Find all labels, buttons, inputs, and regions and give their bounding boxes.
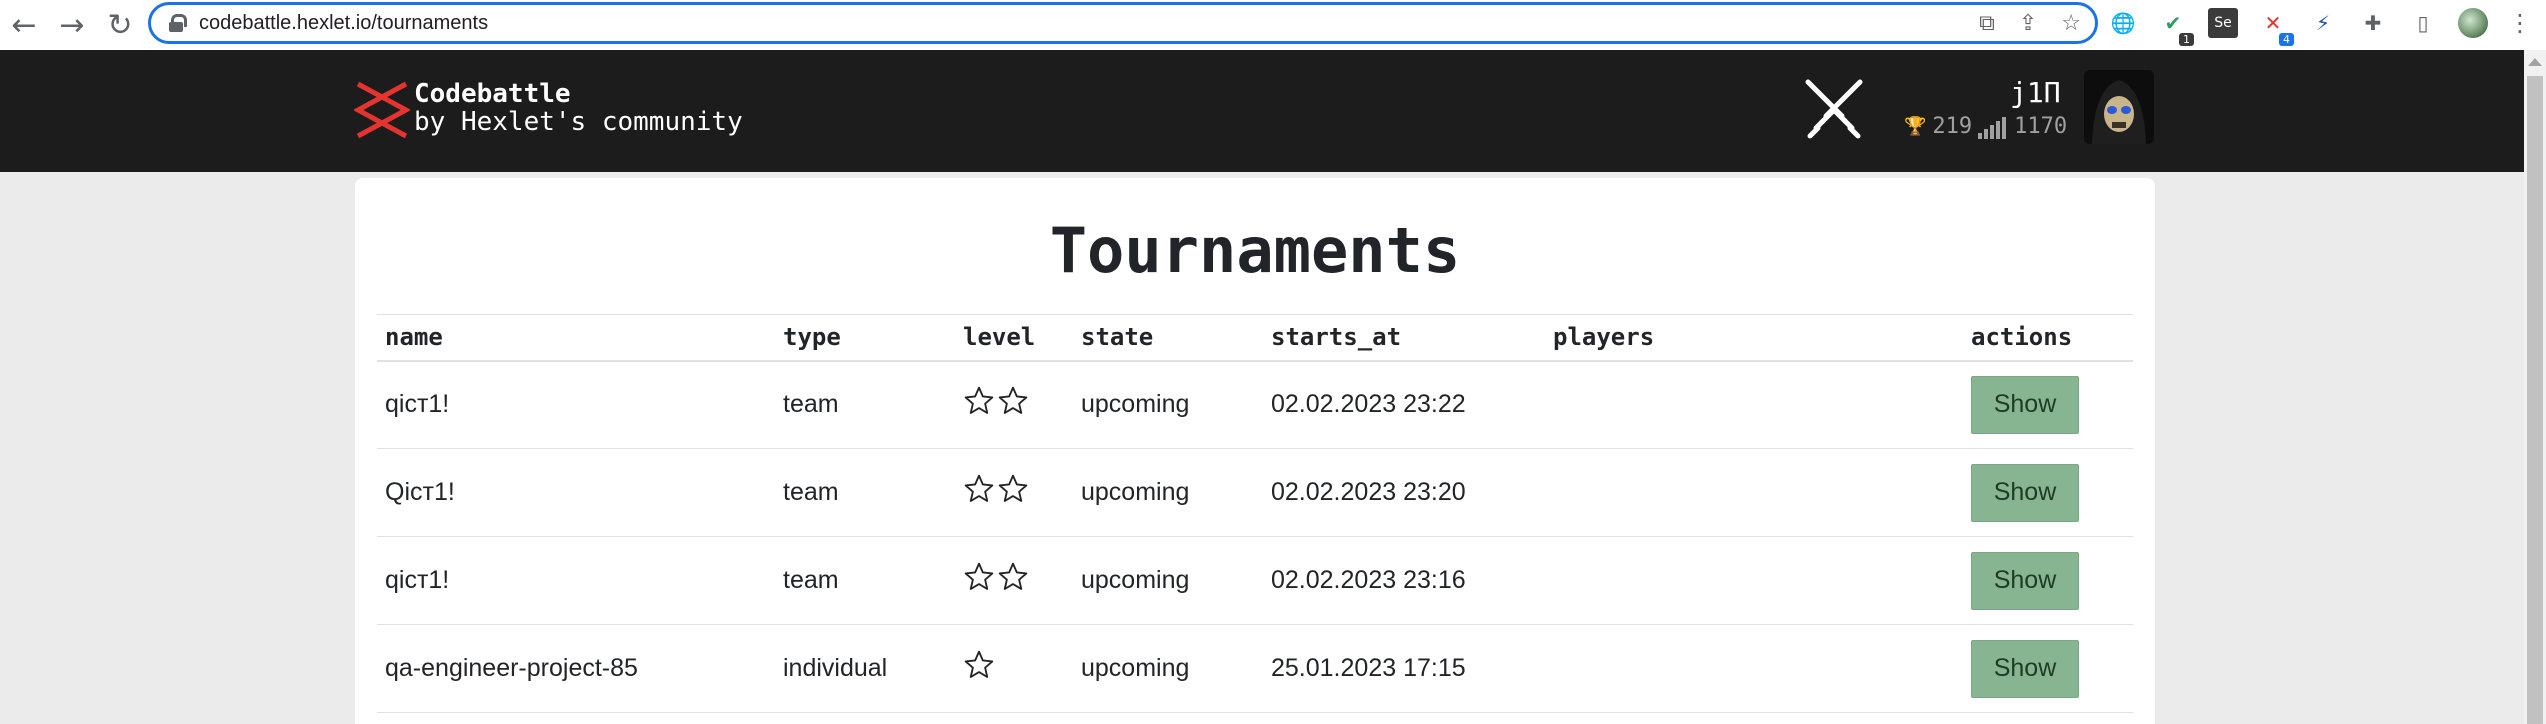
tournament-level: [955, 448, 1073, 537]
tournament-players: [1545, 624, 1963, 713]
show-button[interactable]: Show: [1971, 463, 2079, 522]
tournament-level: [955, 536, 1073, 625]
selenium-icon[interactable]: Se: [2208, 8, 2238, 38]
scrollbar[interactable]: [2524, 50, 2546, 724]
tournament-state: upcoming: [1073, 448, 1263, 537]
level-stars: [963, 649, 995, 681]
level-stars: [963, 561, 1029, 593]
table-row: Qicт1! team upcoming 02.02.2023 23:20 Sh…: [377, 448, 2133, 537]
column-header-state: state: [1073, 314, 1263, 362]
column-header-starts-at: starts_at: [1263, 314, 1545, 362]
tournament-starts-at: 02.02.2023 23:22: [1263, 360, 1545, 449]
star-icon: [998, 562, 1028, 590]
star-icon: [964, 474, 994, 502]
show-button[interactable]: Show: [1971, 639, 2079, 698]
tournament-state: upcoming: [1073, 536, 1263, 625]
crossed-swords-icon[interactable]: [1800, 76, 1868, 144]
star-icon: [964, 386, 994, 415]
table-row: qicт1! team upcoming 02.02.2023 23:22 Sh…: [377, 360, 2133, 449]
tournament-level: [955, 360, 1073, 449]
address-bar[interactable]: codebattle.hexlet.io/tournaments ⧉ ⇪ ☆: [148, 2, 2098, 44]
share-icon[interactable]: ⇪: [2019, 11, 2037, 36]
tournament-state: upcoming: [1073, 360, 1263, 449]
puzzle-icon[interactable]: ✚: [2358, 8, 2388, 38]
extension-badge: 1: [2179, 33, 2194, 46]
tournament-actions: Show: [1963, 448, 2133, 537]
trophy-icon: 🏆: [1904, 116, 1927, 137]
globe-icon[interactable]: 🌐: [2108, 8, 2138, 38]
tournament-actions: Show: [1963, 624, 2133, 713]
column-header-name: name: [377, 314, 775, 362]
back-icon[interactable]: ←: [0, 0, 48, 50]
tournament-players: [1545, 536, 1963, 625]
rating-bars-icon: [1978, 115, 2008, 139]
tournament-name: qicт1!: [377, 536, 775, 625]
lock-icon[interactable]: [169, 14, 187, 32]
level-stars: [963, 473, 1029, 505]
reload-icon[interactable]: ↻: [96, 0, 144, 50]
level-stars: [963, 385, 1029, 417]
trophy-count: 219: [1932, 114, 1973, 139]
rating-value: 1170: [2014, 114, 2068, 139]
tournament-name: qicт1!: [377, 360, 775, 449]
extension-badge: 4: [2279, 33, 2294, 46]
bolt-icon[interactable]: ⚡: [2308, 8, 2338, 38]
profile-avatar-icon[interactable]: [2458, 8, 2488, 38]
tournaments-table: name type level state starts_at players …: [377, 314, 2133, 713]
tournament-type: team: [775, 360, 955, 449]
tournament-name: Qicт1!: [377, 448, 775, 537]
tournament-level: [955, 624, 1073, 713]
star-icon: [998, 386, 1028, 415]
column-header-players: players: [1545, 314, 1963, 362]
codebattle-ext-icon[interactable]: ✕ 4: [2258, 8, 2294, 46]
forward-icon[interactable]: →: [48, 0, 96, 50]
user-name[interactable]: j1П: [2010, 76, 2061, 109]
codebattle-logo-icon[interactable]: [354, 80, 410, 140]
tournament-starts-at: 25.01.2023 17:15: [1263, 624, 1545, 713]
column-header-type: type: [775, 314, 955, 362]
site-header: Codebattle by Hexlet's community j1П 🏆 2…: [0, 50, 2524, 172]
star-icon: [998, 474, 1028, 502]
browser-toolbar: ← → ↻ codebattle.hexlet.io/tournaments ⧉…: [0, 0, 2546, 50]
url-text[interactable]: codebattle.hexlet.io/tournaments: [199, 12, 488, 35]
star-icon: [964, 650, 994, 678]
menu-icon[interactable]: ⋮: [2508, 9, 2532, 37]
column-header-level: level: [955, 314, 1073, 362]
tournament-type: team: [775, 536, 955, 625]
column-header-actions: actions: [1963, 314, 2133, 362]
shield-check-icon[interactable]: ✔ 1: [2158, 8, 2194, 46]
tournament-name: qa-engineer-project-85: [377, 624, 775, 713]
bookmark-star-icon[interactable]: ☆: [2061, 11, 2081, 36]
tournament-starts-at: 02.02.2023 23:20: [1263, 448, 1545, 537]
page-title: Tournaments: [1049, 214, 1461, 287]
tournament-type: team: [775, 448, 955, 537]
show-button[interactable]: Show: [1971, 551, 2079, 610]
table-row: qicт1! team upcoming 02.02.2023 23:16 Sh…: [377, 536, 2133, 625]
tournaments-card: Tournaments name type level state starts…: [355, 178, 2155, 724]
translate-icon[interactable]: ⧉: [1979, 11, 1995, 36]
brand-title: Codebattle: [414, 79, 571, 109]
tournament-actions: Show: [1963, 536, 2133, 625]
star-icon: [964, 562, 994, 590]
tournament-starts-at: 02.02.2023 23:16: [1263, 536, 1545, 625]
brand[interactable]: Codebattle by Hexlet's community: [414, 80, 743, 136]
tournament-state: upcoming: [1073, 624, 1263, 713]
table-row: qa-engineer-project-85 individual upcomi…: [377, 624, 2133, 713]
tournament-actions: Show: [1963, 360, 2133, 449]
show-button[interactable]: Show: [1971, 375, 2079, 434]
scroll-thumb[interactable]: [2527, 76, 2543, 724]
tournament-type: individual: [775, 624, 955, 713]
tournament-players: [1545, 448, 1963, 537]
table-header-row: name type level state starts_at players …: [377, 314, 2133, 362]
scroll-up-icon[interactable]: [2528, 58, 2542, 66]
extensions-area: 🌐 ✔ 1 Se ✕ 4 ⚡ ✚ ▯ ⋮: [2108, 0, 2532, 46]
user-stats: 🏆 219 1170: [1904, 114, 2067, 139]
brand-subtitle: by Hexlet's community: [414, 107, 743, 137]
tournament-players: [1545, 360, 1963, 449]
sidebar-icon[interactable]: ▯: [2408, 8, 2438, 38]
user-avatar[interactable]: [2084, 70, 2154, 144]
